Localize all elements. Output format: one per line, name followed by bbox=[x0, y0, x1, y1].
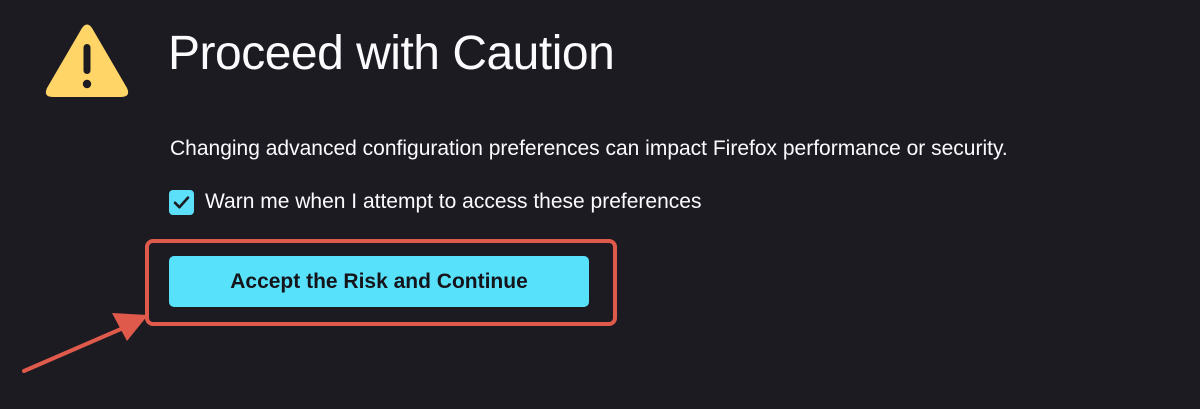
checkmark-icon bbox=[173, 195, 190, 208]
warn-checkbox-label: Warn me when I attempt to access these p… bbox=[205, 190, 702, 213]
warn-checkbox[interactable] bbox=[169, 189, 194, 215]
page-title: Proceed with Caution bbox=[168, 27, 615, 80]
warning-description: Changing advanced configuration preferen… bbox=[170, 137, 1008, 160]
accept-risk-button[interactable]: Accept the Risk and Continue bbox=[169, 256, 589, 307]
warning-icon bbox=[45, 24, 129, 97]
warn-checkbox-row[interactable]: Warn me when I attempt to access these p… bbox=[169, 187, 701, 217]
